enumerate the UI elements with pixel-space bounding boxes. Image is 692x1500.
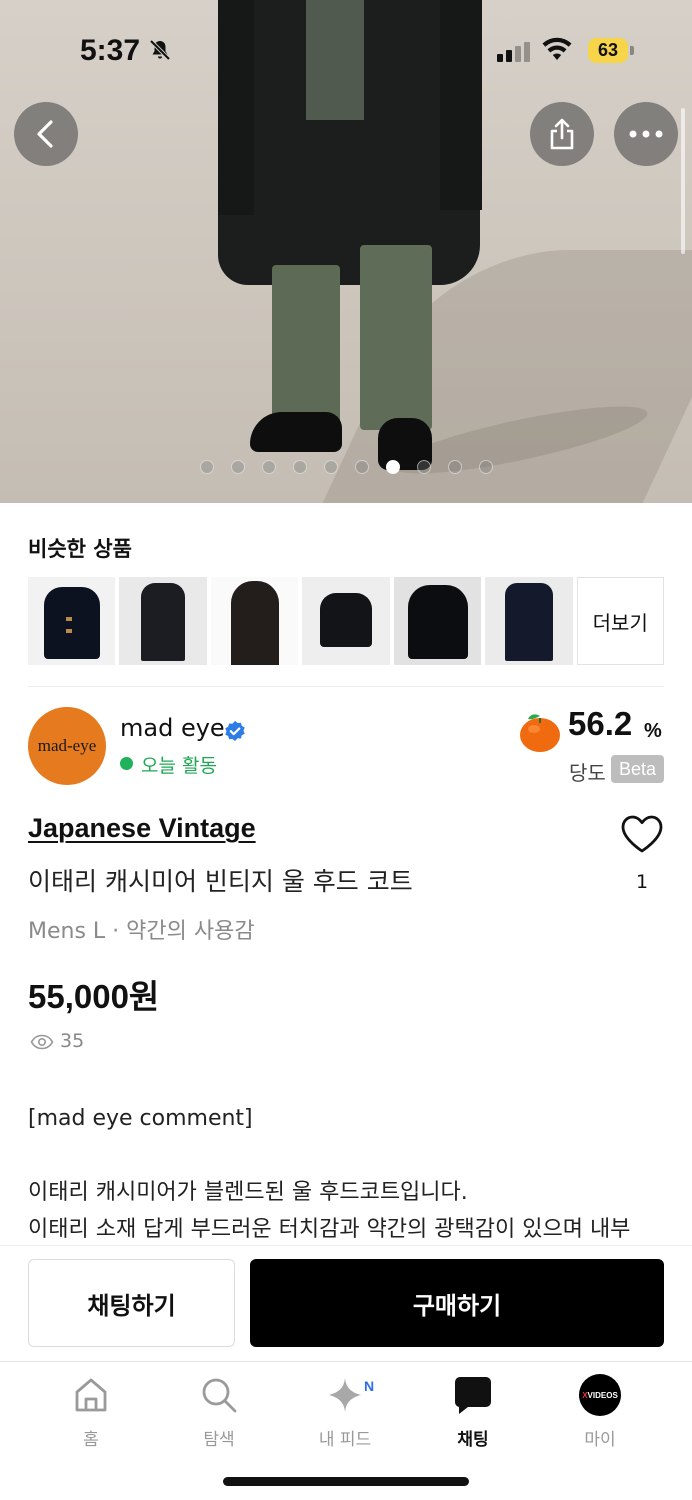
product-meta: Mens L · 약간의 사용감 <box>28 919 255 944</box>
more-options-button[interactable] <box>614 102 678 166</box>
bell-muted-icon <box>149 39 171 61</box>
seller-avatar[interactable]: mad-eye <box>28 707 106 785</box>
status-time: 5:37 <box>80 34 141 67</box>
tab-label: 탐색 <box>203 1430 235 1450</box>
product-title: 이태리 캐시미어 빈티지 울 후드 코트 <box>28 867 413 896</box>
similar-product-thumbnail[interactable] <box>485 577 573 665</box>
similar-product-thumbnail[interactable] <box>119 577 207 665</box>
pagination-dot[interactable] <box>261 460 276 474</box>
sweetness-unit: % <box>644 720 662 742</box>
pagination-dot[interactable] <box>199 460 214 474</box>
tab-my[interactable]: X VIDEOS 마이 <box>545 1373 655 1453</box>
tab-label: 마이 <box>584 1430 616 1450</box>
view-count: 35 <box>60 1030 85 1052</box>
beta-badge: Beta <box>611 755 664 783</box>
pagination-dot[interactable] <box>416 460 431 474</box>
chevron-left-icon <box>37 120 53 148</box>
pagination-dot[interactable] <box>354 460 369 474</box>
tab-label: 내 피드 <box>318 1430 372 1450</box>
share-icon <box>550 118 574 150</box>
product-price: 55,000원 <box>28 978 160 1015</box>
description-line: 이태리 소재 답게 부드러운 터치감과 약간의 광택감이 있으며 내부 <box>28 1217 631 1242</box>
tab-label: 홈 <box>83 1430 99 1450</box>
pagination-dot[interactable] <box>230 460 245 474</box>
sweetness-label: 당도 <box>569 761 606 785</box>
new-badge: N <box>360 1377 378 1395</box>
product-description: [mad eye comment] 이태리 캐시미어가 블렌드된 울 후드코트입… <box>28 1100 668 1248</box>
seller-activity: 오늘 활동 <box>141 755 217 777</box>
share-button[interactable] <box>530 102 594 166</box>
seller-name[interactable]: mad eye <box>120 714 225 742</box>
back-button[interactable] <box>14 102 78 166</box>
similar-more-button[interactable]: 더보기 <box>576 577 664 665</box>
battery-cap <box>630 46 634 55</box>
search-icon <box>202 1378 237 1413</box>
sweetness-score: 56.2 <box>568 705 633 742</box>
battery-indicator: 63 <box>588 38 628 63</box>
pagination-dot[interactable] <box>323 460 338 474</box>
gallery-pagination[interactable] <box>0 460 692 474</box>
brand-link[interactable]: Japanese Vintage <box>28 813 256 844</box>
eye-icon <box>30 1034 54 1050</box>
similar-product-thumbnail[interactable] <box>393 577 482 665</box>
photo-pants <box>360 245 432 430</box>
profile-avatar-text: VIDEOS <box>587 1390 618 1400</box>
similar-products-list: 더보기 <box>28 577 664 665</box>
chat-button[interactable]: 채팅하기 <box>28 1259 235 1347</box>
status-bar: 5:37 63 <box>0 0 692 100</box>
chat-bubble-icon <box>454 1377 491 1414</box>
profile-avatar: X VIDEOS <box>579 1374 621 1416</box>
description-line: 이태리 캐시미어가 블렌드된 울 후드코트입니다. <box>28 1180 468 1205</box>
tab-feed[interactable]: N 내 피드 <box>290 1373 400 1453</box>
home-indicator[interactable] <box>223 1477 469 1486</box>
cellular-signal-icon <box>497 40 531 62</box>
similar-product-thumbnail[interactable] <box>302 577 390 665</box>
buy-button[interactable]: 구매하기 <box>250 1259 664 1347</box>
similar-product-thumbnail[interactable] <box>210 577 299 665</box>
tab-search[interactable]: 탐색 <box>164 1373 274 1453</box>
similar-product-thumbnail[interactable] <box>28 577 116 665</box>
photo-shoe <box>250 412 342 452</box>
tangerine-icon <box>520 714 560 752</box>
tab-home[interactable]: 홈 <box>36 1373 146 1453</box>
more-horizontal-icon <box>629 130 663 138</box>
pagination-dot[interactable] <box>292 460 307 474</box>
section-divider <box>28 686 664 687</box>
sparkle-icon <box>329 1378 361 1412</box>
pagination-dot[interactable] <box>478 460 493 474</box>
tab-chat[interactable]: 채팅 <box>418 1373 528 1453</box>
verified-badge-icon <box>225 721 245 741</box>
photo-pants <box>272 265 340 435</box>
wifi-icon <box>542 37 572 60</box>
tab-label: 채팅 <box>457 1430 489 1450</box>
pagination-dot[interactable] <box>447 460 462 474</box>
home-icon <box>75 1378 107 1412</box>
heart-icon[interactable] <box>620 814 664 854</box>
description-line: [mad eye comment] <box>28 1106 253 1131</box>
scroll-indicator[interactable] <box>681 108 685 254</box>
activity-status-dot <box>120 757 133 770</box>
pagination-dot[interactable] <box>385 460 400 474</box>
like-count: 1 <box>635 871 649 893</box>
similar-products-title: 비슷한 상품 <box>28 537 132 561</box>
